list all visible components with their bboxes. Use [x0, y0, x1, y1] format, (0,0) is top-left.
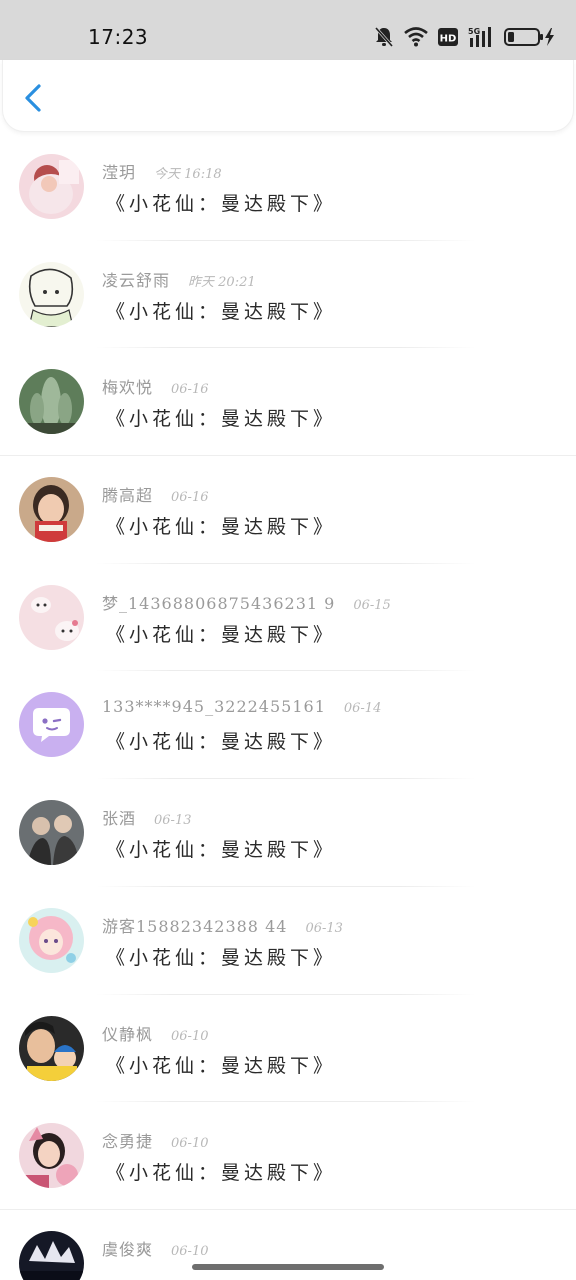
user-name: 凌云舒雨 — [102, 270, 171, 290]
list-item[interactable]: 梦_14368806875436231 9 06-15 《小花仙：曼达殿下》 — [0, 564, 576, 672]
user-name: 梦_14368806875436231 9 — [102, 593, 336, 613]
comment-list: 滢玥 今天 16:18 《小花仙：曼达殿下》 凌云舒雨 昨天 20:21 《小花… — [0, 133, 576, 1280]
user-name: 腾高超 — [102, 486, 154, 506]
comment-text: 《小花仙：曼达殿下》 — [106, 408, 337, 431]
avatar[interactable] — [19, 692, 84, 758]
avatar[interactable] — [19, 1123, 84, 1189]
list-item[interactable]: 游客15882342388 44 06-13 《小花仙：曼达殿下》 — [0, 887, 576, 995]
list-item[interactable]: 滢玥 今天 16:18 《小花仙：曼达殿下》 — [0, 133, 576, 241]
comment-time: 06-14 — [343, 701, 382, 717]
avatar[interactable] — [19, 584, 84, 650]
list-item[interactable]: 133****945_3222455161 06-14 《小花仙：曼达殿下》 — [0, 671, 576, 780]
user-name: 张酒 — [102, 809, 137, 829]
user-name: 游客15882342388 44 — [102, 916, 288, 936]
list-item[interactable]: 梅欢悦 06-16 《小花仙：曼达殿下》 — [0, 348, 576, 457]
status-time: 17:23 — [88, 25, 149, 49]
status-bar: 17:23 HD 5G — [0, 0, 576, 60]
comment-time: 06-10 — [171, 1028, 209, 1044]
avatar[interactable] — [19, 261, 84, 327]
svg-text:HD: HD — [440, 34, 457, 45]
avatar[interactable] — [19, 1230, 84, 1280]
comment-text: 《小花仙：曼达殿下》 — [106, 300, 337, 323]
hd-icon: HD — [438, 28, 458, 46]
comment-text: 《小花仙：曼达殿下》 — [106, 946, 337, 969]
user-name: 滢玥 — [102, 163, 137, 182]
avatar[interactable] — [19, 154, 84, 219]
list-item[interactable]: 张酒 06-13 《小花仙：曼达殿下》 — [0, 779, 576, 887]
avatar[interactable] — [19, 369, 84, 435]
home-indicator[interactable] — [192, 1264, 384, 1270]
comment-time: 06-10 — [171, 1136, 209, 1152]
user-name: 念勇捷 — [102, 1132, 154, 1152]
user-name: 133****945_3222455161 — [102, 697, 326, 717]
status-icons: HD 5G — [374, 22, 556, 52]
list-item[interactable]: 凌云舒雨 昨天 20:21 《小花仙：曼达殿下》 — [0, 241, 576, 349]
battery-charging-icon — [504, 27, 556, 47]
comment-text: 《小花仙：曼达殿下》 — [106, 1162, 337, 1185]
user-name: 虞俊爽 — [102, 1239, 154, 1259]
comment-text: 《小花仙：曼达殿下》 — [106, 731, 337, 754]
comment-time: 06-16 — [171, 382, 209, 398]
chevron-left-icon — [25, 84, 41, 112]
comment-time: 昨天 20:21 — [188, 274, 256, 290]
comment-text: 《小花仙：曼达殿下》 — [106, 623, 337, 646]
avatar[interactable] — [19, 1015, 84, 1081]
list-item[interactable]: 念勇捷 06-10 《小花仙：曼达殿下》 — [0, 1102, 576, 1210]
bell-mute-icon — [374, 26, 394, 48]
back-button[interactable] — [17, 80, 49, 116]
5g-signal-icon: 5G — [468, 26, 494, 48]
avatar[interactable] — [19, 907, 84, 973]
avatar[interactable] — [19, 477, 84, 543]
comment-time: 今天 16:18 — [154, 167, 222, 182]
svg-text:5G: 5G — [468, 27, 480, 36]
comment-time: 06-15 — [353, 597, 391, 613]
user-name: 仪静枫 — [102, 1024, 154, 1044]
comment-time: 06-13 — [305, 920, 343, 936]
comment-text: 《小花仙：曼达殿下》 — [106, 1054, 337, 1077]
comment-time: 06-13 — [154, 813, 192, 829]
comment-text: 《小花仙：曼达殿下》 — [106, 516, 337, 539]
list-item[interactable]: 仪静枫 06-10 《小花仙：曼达殿下》 — [0, 995, 576, 1103]
avatar[interactable] — [19, 800, 84, 866]
comment-time: 06-16 — [171, 490, 209, 506]
list-item[interactable]: 腾高超 06-16 《小花仙：曼达殿下》 — [0, 456, 576, 564]
user-name: 梅欢悦 — [102, 378, 154, 398]
nav-bar — [2, 60, 574, 132]
comment-text: 《小花仙：曼达殿下》 — [106, 839, 337, 862]
comment-text: 《小花仙：曼达殿下》 — [106, 193, 337, 215]
wifi-icon — [404, 27, 428, 47]
comment-time: 06-10 — [171, 1243, 209, 1259]
